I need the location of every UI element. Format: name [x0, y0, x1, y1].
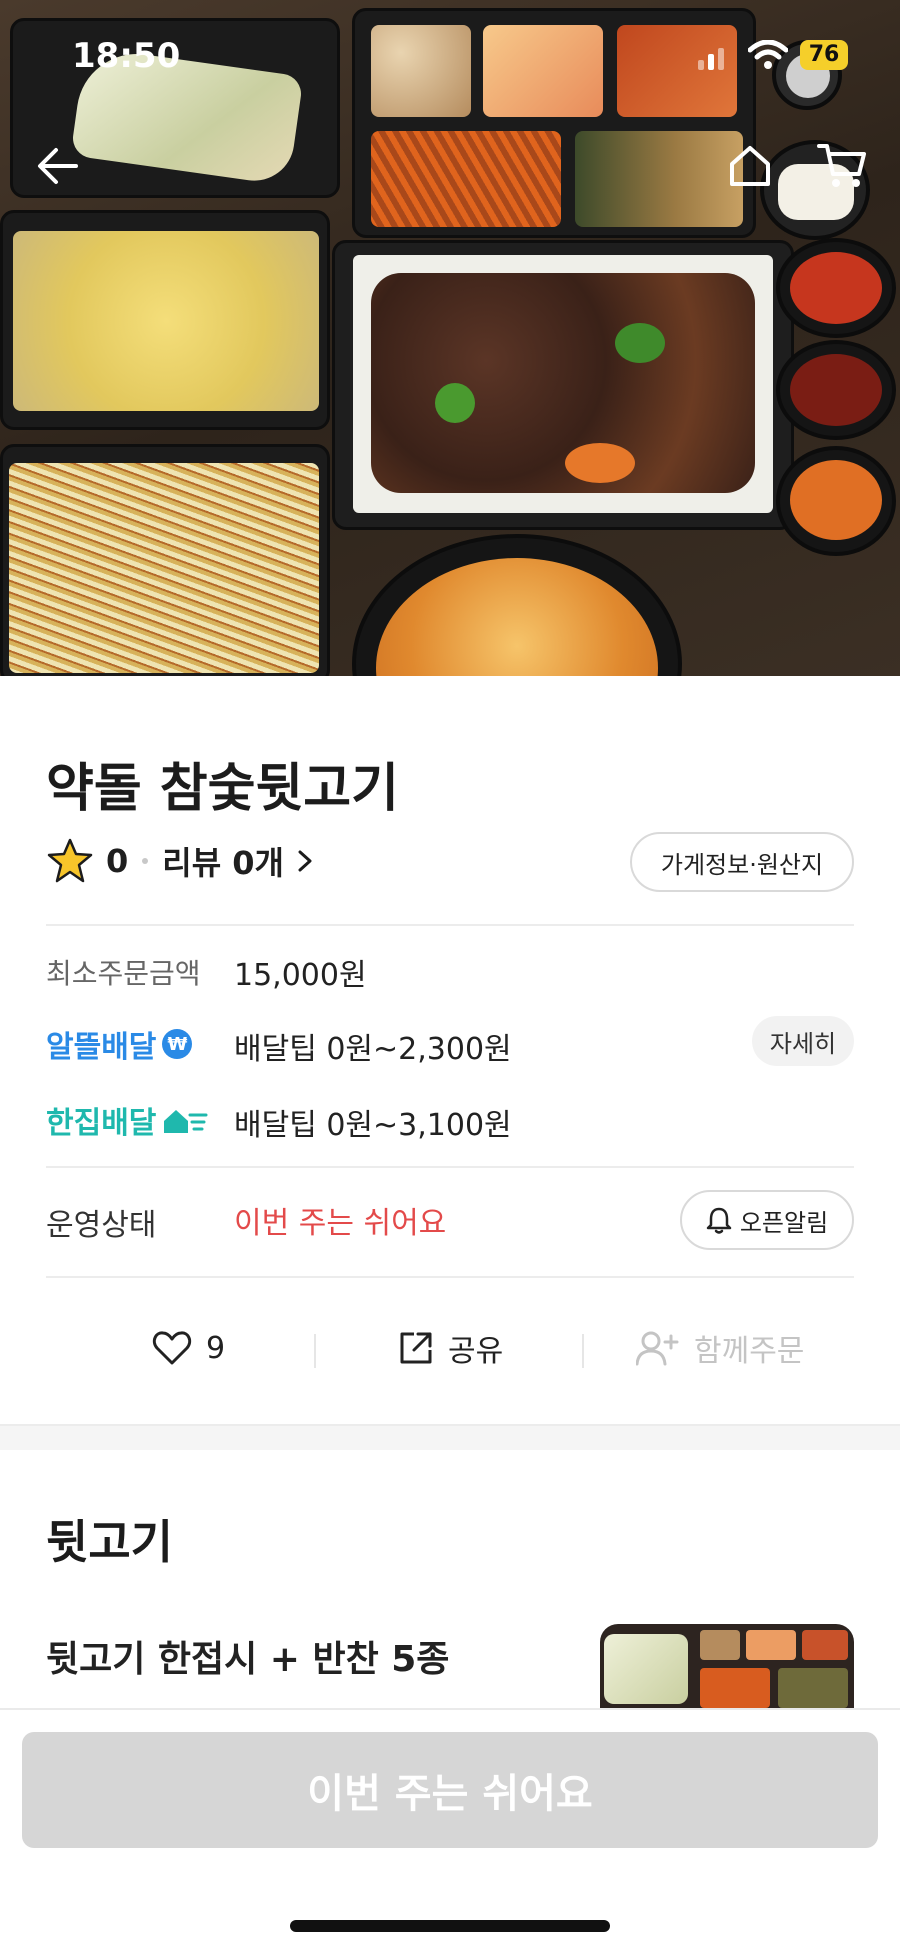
divider [46, 1276, 854, 1278]
group-order-button[interactable]: 함께주문 [636, 1320, 804, 1376]
add-person-icon [636, 1331, 679, 1366]
section-gap [0, 1424, 900, 1450]
heart-icon [152, 1331, 192, 1365]
open-alert-button[interactable]: 오픈알림 [680, 1190, 854, 1250]
share-button[interactable]: 공유 [398, 1320, 503, 1376]
detail-button[interactable]: 자세히 [752, 1016, 854, 1066]
home-button[interactable] [722, 138, 778, 194]
menu-section-title: 뒷고기 [46, 1515, 173, 1569]
delivery-tip: 배달팁 0원~2,300원 [234, 1032, 512, 1067]
delivery-brand-hanjip: 한집배달 [46, 1098, 208, 1142]
cart-button[interactable] [814, 138, 870, 194]
main-dish-tray [332, 240, 794, 530]
food-tray [0, 444, 330, 676]
min-order-label: 최소주문금액 [46, 957, 201, 990]
bell-icon [706, 1207, 732, 1234]
store-info-button[interactable]: 가게정보·원산지 [630, 832, 854, 892]
share-label: 공유 [448, 1334, 504, 1369]
rating-value: 0 [106, 842, 129, 880]
food-tray [0, 210, 330, 430]
chevron-right-icon [298, 850, 312, 872]
delivery-brand-altteul: 알뜰배달 ₩ [46, 1022, 193, 1066]
delivery-brand-label: 한집배달 [46, 1106, 157, 1141]
status-time: 18:50 [72, 36, 181, 76]
share-icon [400, 1332, 432, 1364]
like-button[interactable]: 9 [152, 1320, 225, 1376]
action-separator [582, 1334, 584, 1368]
back-arrow-icon [38, 148, 78, 184]
action-separator [314, 1334, 316, 1368]
min-order-value: 15,000원 [234, 958, 367, 993]
review-link[interactable]: 리뷰 0개 [162, 838, 312, 884]
battery-indicator: 76 [800, 40, 848, 70]
store-name: 약돌 참숯뒷고기 [46, 759, 399, 819]
group-order-label: 함께주문 [694, 1334, 805, 1369]
divider [46, 1166, 854, 1168]
delivery-tip: 배달팁 0원~3,100원 [234, 1108, 512, 1143]
divider [46, 924, 854, 926]
won-badge-icon: ₩ [162, 1029, 193, 1059]
cart-icon [817, 144, 866, 187]
menu-item-name[interactable]: 뒷고기 한접시 + 반찬 5종 [46, 1630, 449, 1682]
operation-status-value: 이번 주는 쉬어요 [234, 1206, 447, 1241]
order-cta-button[interactable]: 이번 주는 쉬어요 [22, 1732, 878, 1848]
store-hero-image: 18:50 76 [0, 0, 900, 676]
stew-bowl [352, 534, 682, 676]
home-icon [730, 146, 770, 186]
house-speed-icon [164, 1110, 208, 1133]
bottom-bar: 이번 주는 쉬어요 [0, 1708, 900, 1948]
home-indicator [290, 1920, 610, 1932]
store-actions: 9 공유 함께주문 [0, 1310, 900, 1386]
delivery-brand-label: 알뜰배달 [46, 1030, 157, 1065]
status-bar: 18:50 76 [0, 0, 900, 110]
open-alert-label: 오픈알림 [739, 1208, 829, 1237]
like-count: 9 [206, 1330, 226, 1366]
separator-dot [142, 858, 149, 864]
review-count: 리뷰 0개 [162, 844, 284, 882]
rating-row[interactable]: 0 리뷰 0개 [46, 836, 312, 886]
operation-status-label: 운영상태 [46, 1208, 157, 1243]
wifi-icon [748, 40, 788, 69]
signal-icon [698, 44, 734, 70]
menu-item-thumbnail[interactable] [600, 1624, 854, 1710]
star-icon [47, 838, 93, 883]
back-button[interactable] [30, 138, 86, 194]
